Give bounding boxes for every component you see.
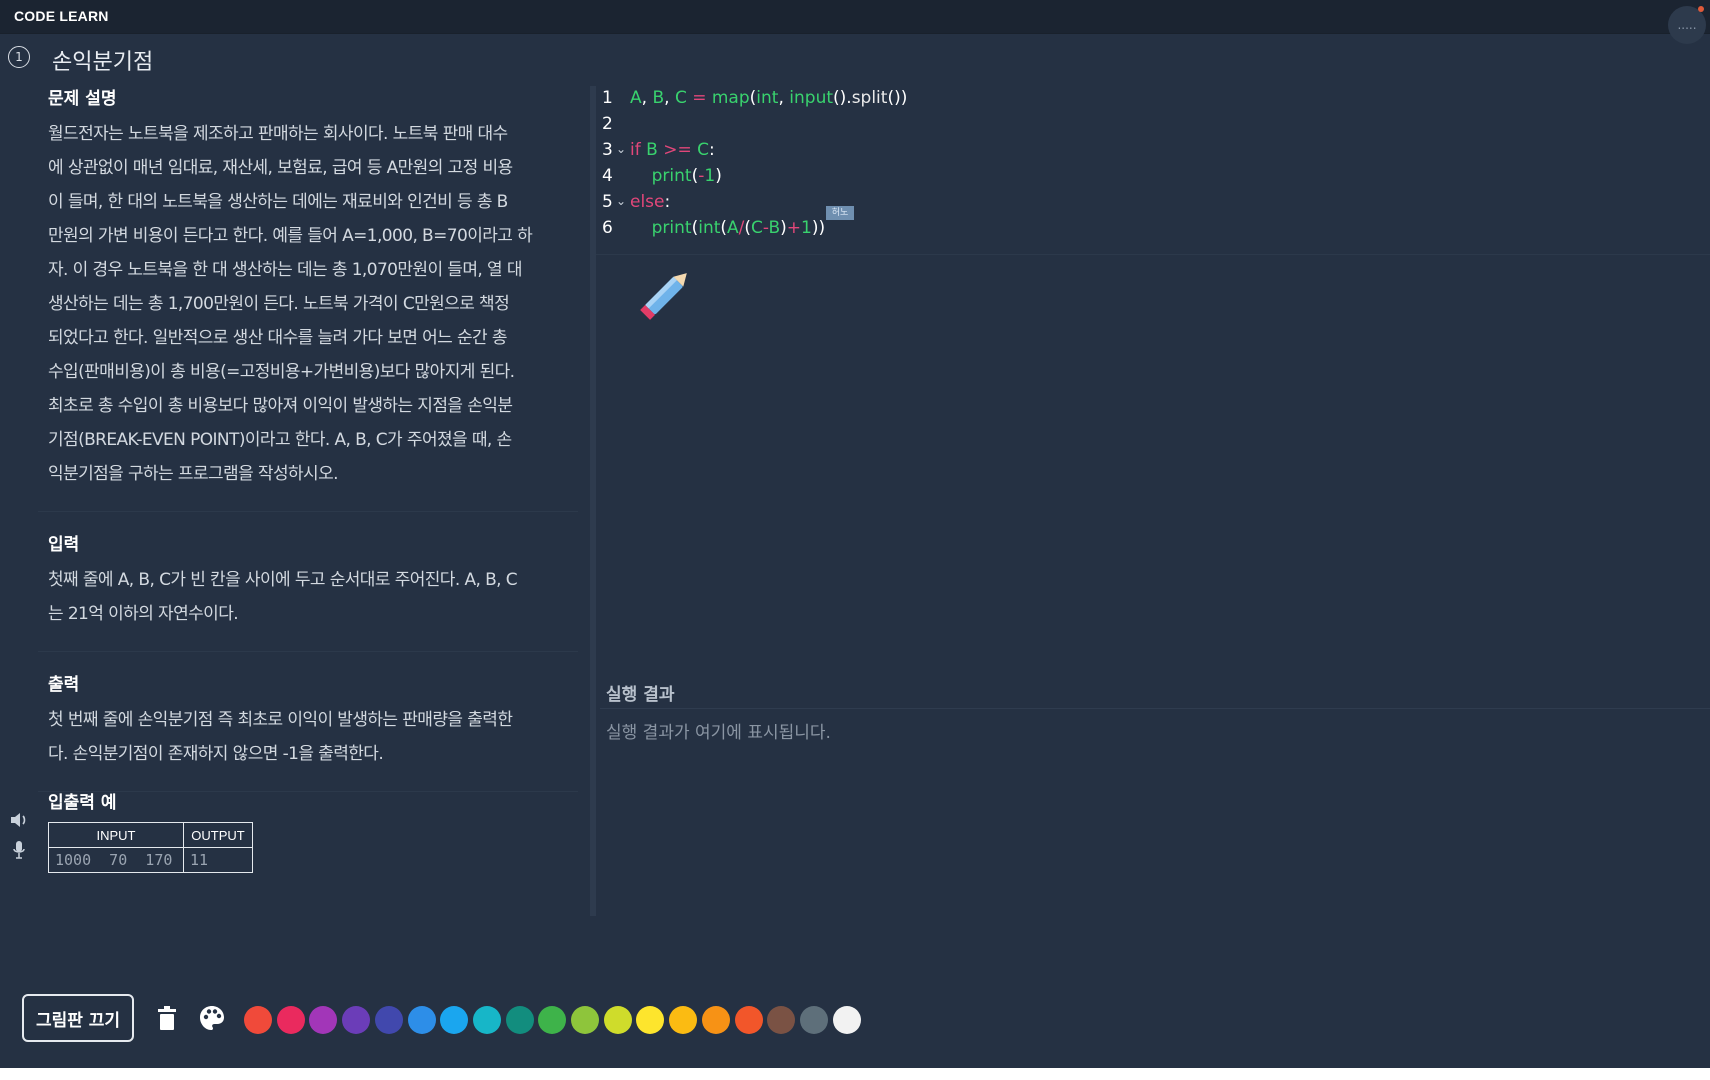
color-swatch[interactable]	[505, 1006, 534, 1034]
palette-icon[interactable]	[198, 1004, 226, 1036]
code-editor[interactable]: 1 A, B, C = map(int, input().split()) 2 …	[596, 84, 1710, 255]
example-output: 11	[183, 847, 253, 873]
examples-title: 입출력 예	[48, 793, 117, 813]
color-swatch[interactable]	[701, 1006, 730, 1034]
problem-panel: 문제 설명 월드전자는 노트북을 제조하고 판매하는 회사이다. 노트북 판매 …	[38, 84, 578, 810]
color-swatch[interactable]	[734, 1006, 763, 1034]
code-text: print(-1)	[651, 166, 722, 186]
text-line: 만원의 가변 비용이 든다고 한다. 예를 들어 A=1,000, B=70이라…	[48, 226, 533, 246]
text-line: 첫 번째 줄에 손익분기점 즉 최초로 이익이 발생하는 판매량을 출력한	[48, 710, 513, 730]
problem-number: 1	[8, 46, 30, 68]
result-output: 실행 결과가 여기에 표시됩니다.	[606, 723, 831, 743]
trash-icon[interactable]	[156, 1004, 178, 1036]
table-header-input: INPUT	[48, 822, 184, 848]
pencil-cursor-icon	[640, 273, 687, 320]
result-title: 실행 결과	[606, 685, 675, 705]
text-line: 익분기점을 구하는 프로그램을 작성하시오.	[48, 464, 339, 484]
bottom-strip	[0, 1068, 1710, 1080]
color-swatch[interactable]	[440, 1006, 469, 1034]
color-swatch[interactable]	[538, 1006, 567, 1034]
color-swatch[interactable]	[472, 1006, 501, 1034]
output-section: 출력 첫 번째 줄에 손익분기점 즉 최초로 이익이 발생하는 판매량을 출력한…	[38, 670, 578, 792]
text-line: 생산하는 데는 총 1,700만원이 든다. 노트북 가격이 C만원으로 책정	[48, 294, 510, 314]
text-line: 되었다고 한다. 일반적으로 생산 대수를 늘려 가다 보면 어느 순간 총	[48, 328, 508, 348]
line-number: 6	[602, 218, 613, 238]
example-input: 1000 70 170	[48, 847, 184, 873]
notification-dot	[1698, 6, 1704, 12]
problem-title: 손익분기점	[52, 50, 154, 75]
text-line: 는 21억 이하의 자연수이다.	[48, 604, 239, 624]
user-avatar[interactable]: .....	[1668, 6, 1706, 44]
output-title: 출력	[48, 675, 80, 695]
input-title: 입력	[48, 535, 80, 555]
text-line: 기점(BREAK-EVEN POINT)이라고 한다. A, B, C가 주어졌…	[48, 430, 512, 450]
menu-dots: .....	[1677, 18, 1697, 32]
color-swatch[interactable]	[276, 1006, 305, 1034]
color-swatch[interactable]	[799, 1006, 828, 1034]
color-swatch[interactable]	[309, 1006, 338, 1034]
color-swatch[interactable]	[374, 1006, 403, 1034]
text-line: 수입(판매비용)이 총 비용(=고정비용+가변비용)보다 많아지게 된다.	[48, 362, 515, 382]
color-swatch[interactable]	[767, 1006, 796, 1034]
code-text: print(int(A/(C-B)+1))	[651, 218, 826, 238]
text-line: 다. 손익분기점이 존재하지 않으면 -1을 출력한다.	[48, 744, 384, 764]
text-line: 첫째 줄에 A, B, C가 빈 칸을 사이에 두고 순서대로 주어진다. A,…	[48, 570, 518, 590]
speaker-icon[interactable]	[10, 812, 28, 832]
color-swatch[interactable]	[407, 1006, 436, 1034]
description-section: 문제 설명 월드전자는 노트북을 제조하고 판매하는 회사이다. 노트북 판매 …	[38, 84, 578, 512]
text-line: 최초로 총 수입이 총 비용보다 많아져 이익이 발생하는 지점을 손익분	[48, 396, 513, 416]
output-text: 첫 번째 줄에 손익분기점 즉 최초로 이익이 발생하는 판매량을 출력한 다.…	[48, 703, 578, 771]
code-text: A, B, C = map(int, input().split())	[630, 88, 908, 108]
text-line: 이 들며, 한 대의 노트북을 생산하는 데에는 재료비와 인건비 등 총 B	[48, 192, 508, 212]
top-bar: CODE LEARN .....	[0, 0, 1710, 44]
input-section: 입력 첫째 줄에 A, B, C가 빈 칸을 사이에 두고 순서대로 주어진다.…	[38, 530, 578, 652]
collab-cursor-tag: 허노	[826, 206, 854, 220]
line-number: 2	[602, 114, 613, 134]
result-divider	[600, 708, 1710, 709]
text-line: 월드전자는 노트북을 제조하고 판매하는 회사이다. 노트북 판매 대수	[48, 124, 508, 144]
fold-chevron-icon[interactable]: ⌄	[616, 142, 626, 156]
code-text: else:	[630, 192, 671, 212]
description-text: 월드전자는 노트북을 제조하고 판매하는 회사이다. 노트북 판매 대수 에 상…	[48, 117, 578, 491]
description-title: 문제 설명	[48, 89, 117, 109]
text-line: 자. 이 경우 노트북을 한 대 생산하는 데는 총 1,070만원이 들며, …	[48, 260, 522, 280]
microphone-icon[interactable]	[12, 840, 26, 864]
color-swatch[interactable]	[342, 1006, 371, 1034]
color-swatch[interactable]	[636, 1006, 665, 1034]
color-swatch[interactable]	[603, 1006, 632, 1034]
fold-chevron-icon[interactable]: ⌄	[616, 194, 626, 208]
drawing-toggle-button[interactable]: 그림판 끄기	[22, 994, 134, 1042]
color-swatch[interactable]	[832, 1006, 861, 1034]
table-row: 1000 70 170 11	[48, 847, 253, 873]
color-swatch[interactable]	[669, 1006, 698, 1034]
line-number: 4	[602, 166, 613, 186]
color-swatch[interactable]	[571, 1006, 599, 1034]
input-text: 첫째 줄에 A, B, C가 빈 칸을 사이에 두고 순서대로 주어진다. A,…	[48, 563, 578, 631]
table-header-output: OUTPUT	[183, 822, 253, 848]
text-line: 에 상관없이 매년 임대료, 재산세, 보험료, 급여 등 A만원의 고정 비용	[48, 158, 513, 178]
line-number: 1	[602, 88, 613, 108]
color-swatch[interactable]	[244, 1006, 272, 1034]
examples-table: INPUT OUTPUT 1000 70 170 11	[48, 822, 253, 873]
table-header-row: INPUT OUTPUT	[48, 822, 253, 848]
app-brand: CODE LEARN	[14, 8, 109, 24]
code-text: if B >= C:	[630, 140, 715, 160]
